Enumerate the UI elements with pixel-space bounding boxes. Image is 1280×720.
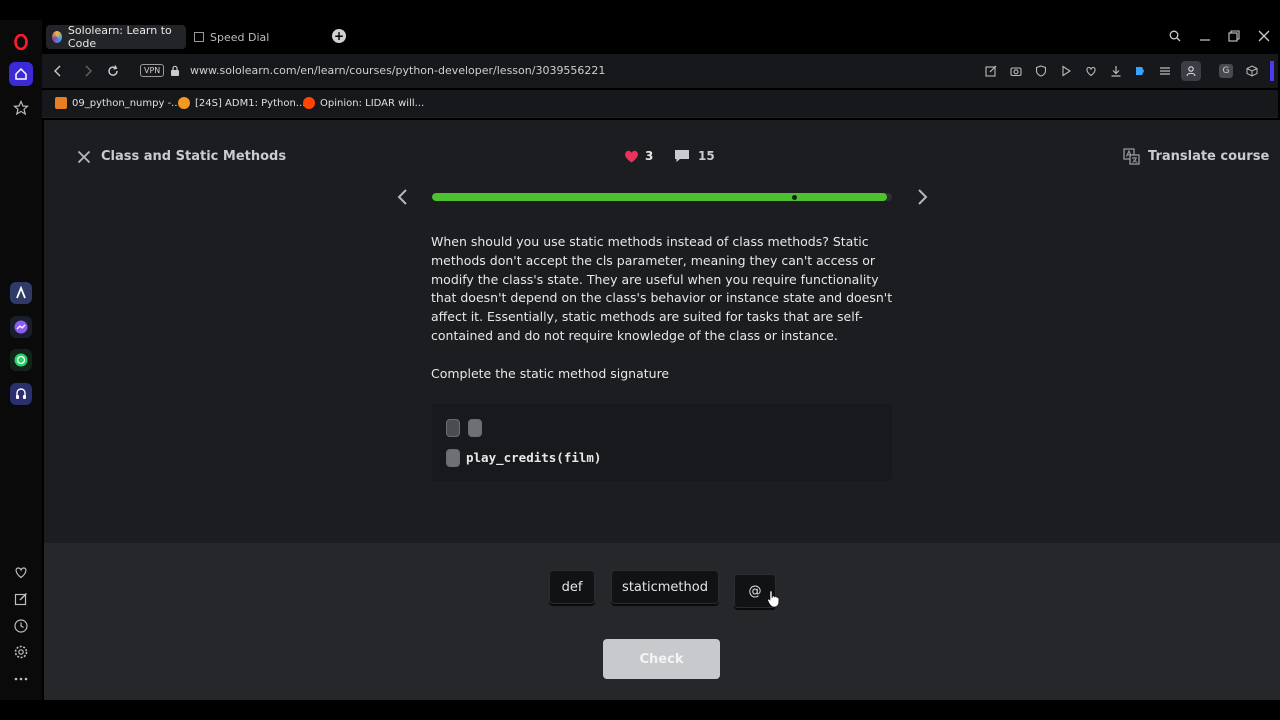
forward-icon[interactable]	[80, 63, 96, 79]
battery-saver-icon[interactable]	[1133, 64, 1147, 78]
whatsapp-icon[interactable]	[10, 349, 32, 371]
opera-sidebar	[0, 20, 42, 700]
translate-label: Translate course	[1148, 149, 1270, 164]
comments-count: 15	[698, 149, 715, 163]
lesson-content: Class and Static Methods 3 15 Translate …	[44, 120, 1280, 543]
music-player-icon[interactable]	[10, 383, 32, 405]
snapshot-edit-icon[interactable]	[984, 64, 998, 78]
answer-options-area: def staticmethod @ Check	[44, 543, 1280, 700]
new-tab-button[interactable]: +	[332, 29, 346, 43]
close-lesson-icon[interactable]	[77, 150, 91, 164]
more-icon[interactable]	[9, 667, 33, 691]
answer-slot[interactable]	[446, 449, 460, 467]
code-signature: play_credits(film)	[466, 450, 602, 465]
url-field[interactable]: www.sololearn.com/en/learn/courses/pytho…	[190, 64, 605, 77]
tab-bar: Sololearn: Learn to Code Speed Dial +	[42, 20, 1280, 52]
hearts-counter: 3	[624, 149, 653, 163]
address-bar: VPN www.sololearn.com/en/learn/courses/p…	[42, 54, 1278, 88]
option-staticmethod[interactable]: staticmethod	[611, 570, 719, 604]
bookmark-item[interactable]: Opinion: LIDAR will...	[303, 97, 424, 109]
reddit-icon	[303, 97, 315, 109]
option-def[interactable]: def	[549, 570, 595, 604]
hand-cursor-icon	[767, 590, 779, 608]
bookmark-label: Opinion: LIDAR will...	[320, 97, 425, 109]
translate-icon	[1123, 148, 1140, 165]
check-button[interactable]: Check	[603, 639, 720, 679]
previous-arrow-icon[interactable]	[396, 188, 410, 206]
bookmark-item[interactable]: 09_python_numpy -...	[55, 97, 181, 109]
progress-marker	[792, 195, 797, 200]
settings-icon[interactable]	[9, 640, 33, 664]
bookmark-label: [24S] ADM1: Python...	[195, 97, 306, 109]
bookmark-item[interactable]: [24S] ADM1: Python...	[178, 97, 305, 109]
code-block: play_credits(film)	[432, 404, 892, 481]
tab-label: Sololearn: Learn to Code	[67, 24, 172, 50]
profile-icon[interactable]	[1181, 61, 1201, 81]
scroll-indicator	[1270, 61, 1274, 81]
reload-icon[interactable]	[105, 63, 121, 79]
extensions-cube-icon[interactable]	[1245, 64, 1259, 78]
home-icon[interactable]	[9, 62, 33, 86]
next-arrow-icon[interactable]	[915, 188, 929, 206]
progress-fill	[432, 193, 888, 201]
camera-icon[interactable]	[1009, 64, 1023, 78]
grammar-extension-icon[interactable]: G	[1219, 64, 1233, 78]
lesson-title: Class and Static Methods	[101, 149, 287, 164]
history-icon[interactable]	[9, 614, 33, 638]
speed-dial-icon	[194, 32, 204, 42]
comment-icon	[675, 150, 689, 162]
close-window-icon[interactable]	[1256, 28, 1272, 44]
comments-button[interactable]: 15	[674, 149, 715, 163]
lesson-page: Class and Static Methods 3 15 Translate …	[44, 120, 1280, 700]
messenger-icon[interactable]	[10, 316, 32, 338]
hearts-count: 3	[645, 149, 654, 163]
lesson-progress-bar	[432, 193, 892, 201]
tab-label: Speed Dial	[210, 30, 270, 44]
shield-icon[interactable]	[1034, 64, 1048, 78]
translate-course-button[interactable]: Translate course	[1123, 148, 1269, 165]
tab-speed-dial[interactable]: Speed Dial	[188, 25, 275, 49]
lesson-body-text: When should you use static methods inste…	[431, 234, 893, 343]
back-icon[interactable]	[50, 63, 66, 79]
heart-icon[interactable]	[9, 560, 33, 584]
easy-setup-icon[interactable]	[1158, 64, 1172, 78]
lock-icon	[171, 65, 179, 76]
vpn-badge[interactable]: VPN	[140, 64, 165, 77]
notebook-icon	[55, 97, 67, 109]
sololearn-favicon-icon	[52, 31, 62, 43]
edit-icon[interactable]	[9, 587, 33, 611]
opera-logo-icon[interactable]	[9, 30, 33, 54]
star-icon[interactable]	[9, 96, 33, 120]
heart-outline-icon[interactable]	[1084, 64, 1098, 78]
answer-slot[interactable]	[446, 419, 460, 437]
moodle-icon	[178, 97, 190, 109]
heart-filled-icon	[625, 150, 638, 162]
aria-icon[interactable]	[10, 282, 32, 304]
download-icon[interactable]	[1109, 64, 1123, 78]
play-icon[interactable]	[1059, 64, 1073, 78]
bookmarks-bar: 09_python_numpy -... [24S] ADM1: Python.…	[42, 90, 1278, 118]
minimize-icon[interactable]	[1197, 28, 1213, 44]
bookmark-label: 09_python_numpy -...	[72, 97, 181, 109]
search-tabs-icon[interactable]	[1167, 28, 1183, 44]
answer-slot[interactable]	[468, 419, 482, 437]
restore-icon[interactable]	[1226, 28, 1242, 44]
exercise-prompt: Complete the static method signature	[431, 366, 670, 381]
tab-sololearn[interactable]: Sololearn: Learn to Code	[46, 24, 186, 50]
